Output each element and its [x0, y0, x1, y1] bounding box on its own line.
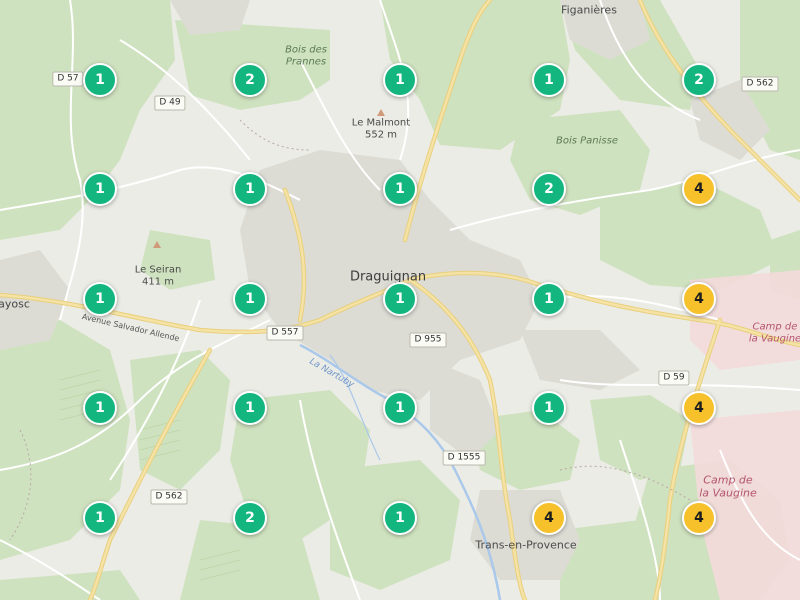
road-shield-d1555: D 1555 [442, 450, 486, 466]
road-shield-d49: D 49 [154, 95, 186, 111]
road-shield-d557: D 557 [266, 325, 304, 341]
map-view[interactable]: Draguignan Figanières Trans-en-Provence … [0, 0, 800, 600]
marker-cluster[interactable]: 2 [682, 63, 716, 97]
marker-cluster[interactable]: 1 [233, 391, 267, 425]
marker-cluster[interactable]: 1 [233, 282, 267, 316]
road-shield-d57: D 57 [52, 71, 84, 87]
marker-cluster[interactable]: 1 [383, 172, 417, 206]
peak-marker-le-malmont [377, 109, 385, 116]
marker-cluster[interactable]: 4 [532, 501, 566, 535]
marker-cluster[interactable]: 1 [532, 63, 566, 97]
marker-cluster[interactable]: 1 [83, 63, 117, 97]
marker-cluster[interactable]: 1 [383, 282, 417, 316]
marker-cluster[interactable]: 1 [383, 501, 417, 535]
marker-cluster[interactable]: 1 [83, 391, 117, 425]
marker-cluster[interactable]: 1 [532, 391, 566, 425]
marker-cluster[interactable]: 2 [532, 172, 566, 206]
marker-cluster[interactable]: 1 [532, 282, 566, 316]
marker-cluster[interactable]: 2 [233, 501, 267, 535]
marker-cluster[interactable]: 1 [83, 501, 117, 535]
marker-cluster[interactable]: 4 [682, 501, 716, 535]
peak-marker-le-seiran [153, 241, 161, 248]
marker-cluster[interactable]: 1 [383, 63, 417, 97]
marker-cluster[interactable]: 1 [83, 172, 117, 206]
marker-cluster[interactable]: 4 [682, 172, 716, 206]
marker-cluster[interactable]: 2 [233, 63, 267, 97]
road-shield-d562-sw: D 562 [150, 489, 188, 505]
marker-cluster[interactable]: 4 [682, 282, 716, 316]
marker-cluster[interactable]: 1 [233, 172, 267, 206]
road-shield-d59: D 59 [658, 370, 690, 386]
marker-cluster[interactable]: 1 [83, 282, 117, 316]
marker-cluster[interactable]: 1 [383, 391, 417, 425]
road-shield-d562-ne: D 562 [741, 76, 779, 92]
marker-cluster[interactable]: 4 [682, 391, 716, 425]
road-shield-d955: D 955 [409, 332, 447, 348]
